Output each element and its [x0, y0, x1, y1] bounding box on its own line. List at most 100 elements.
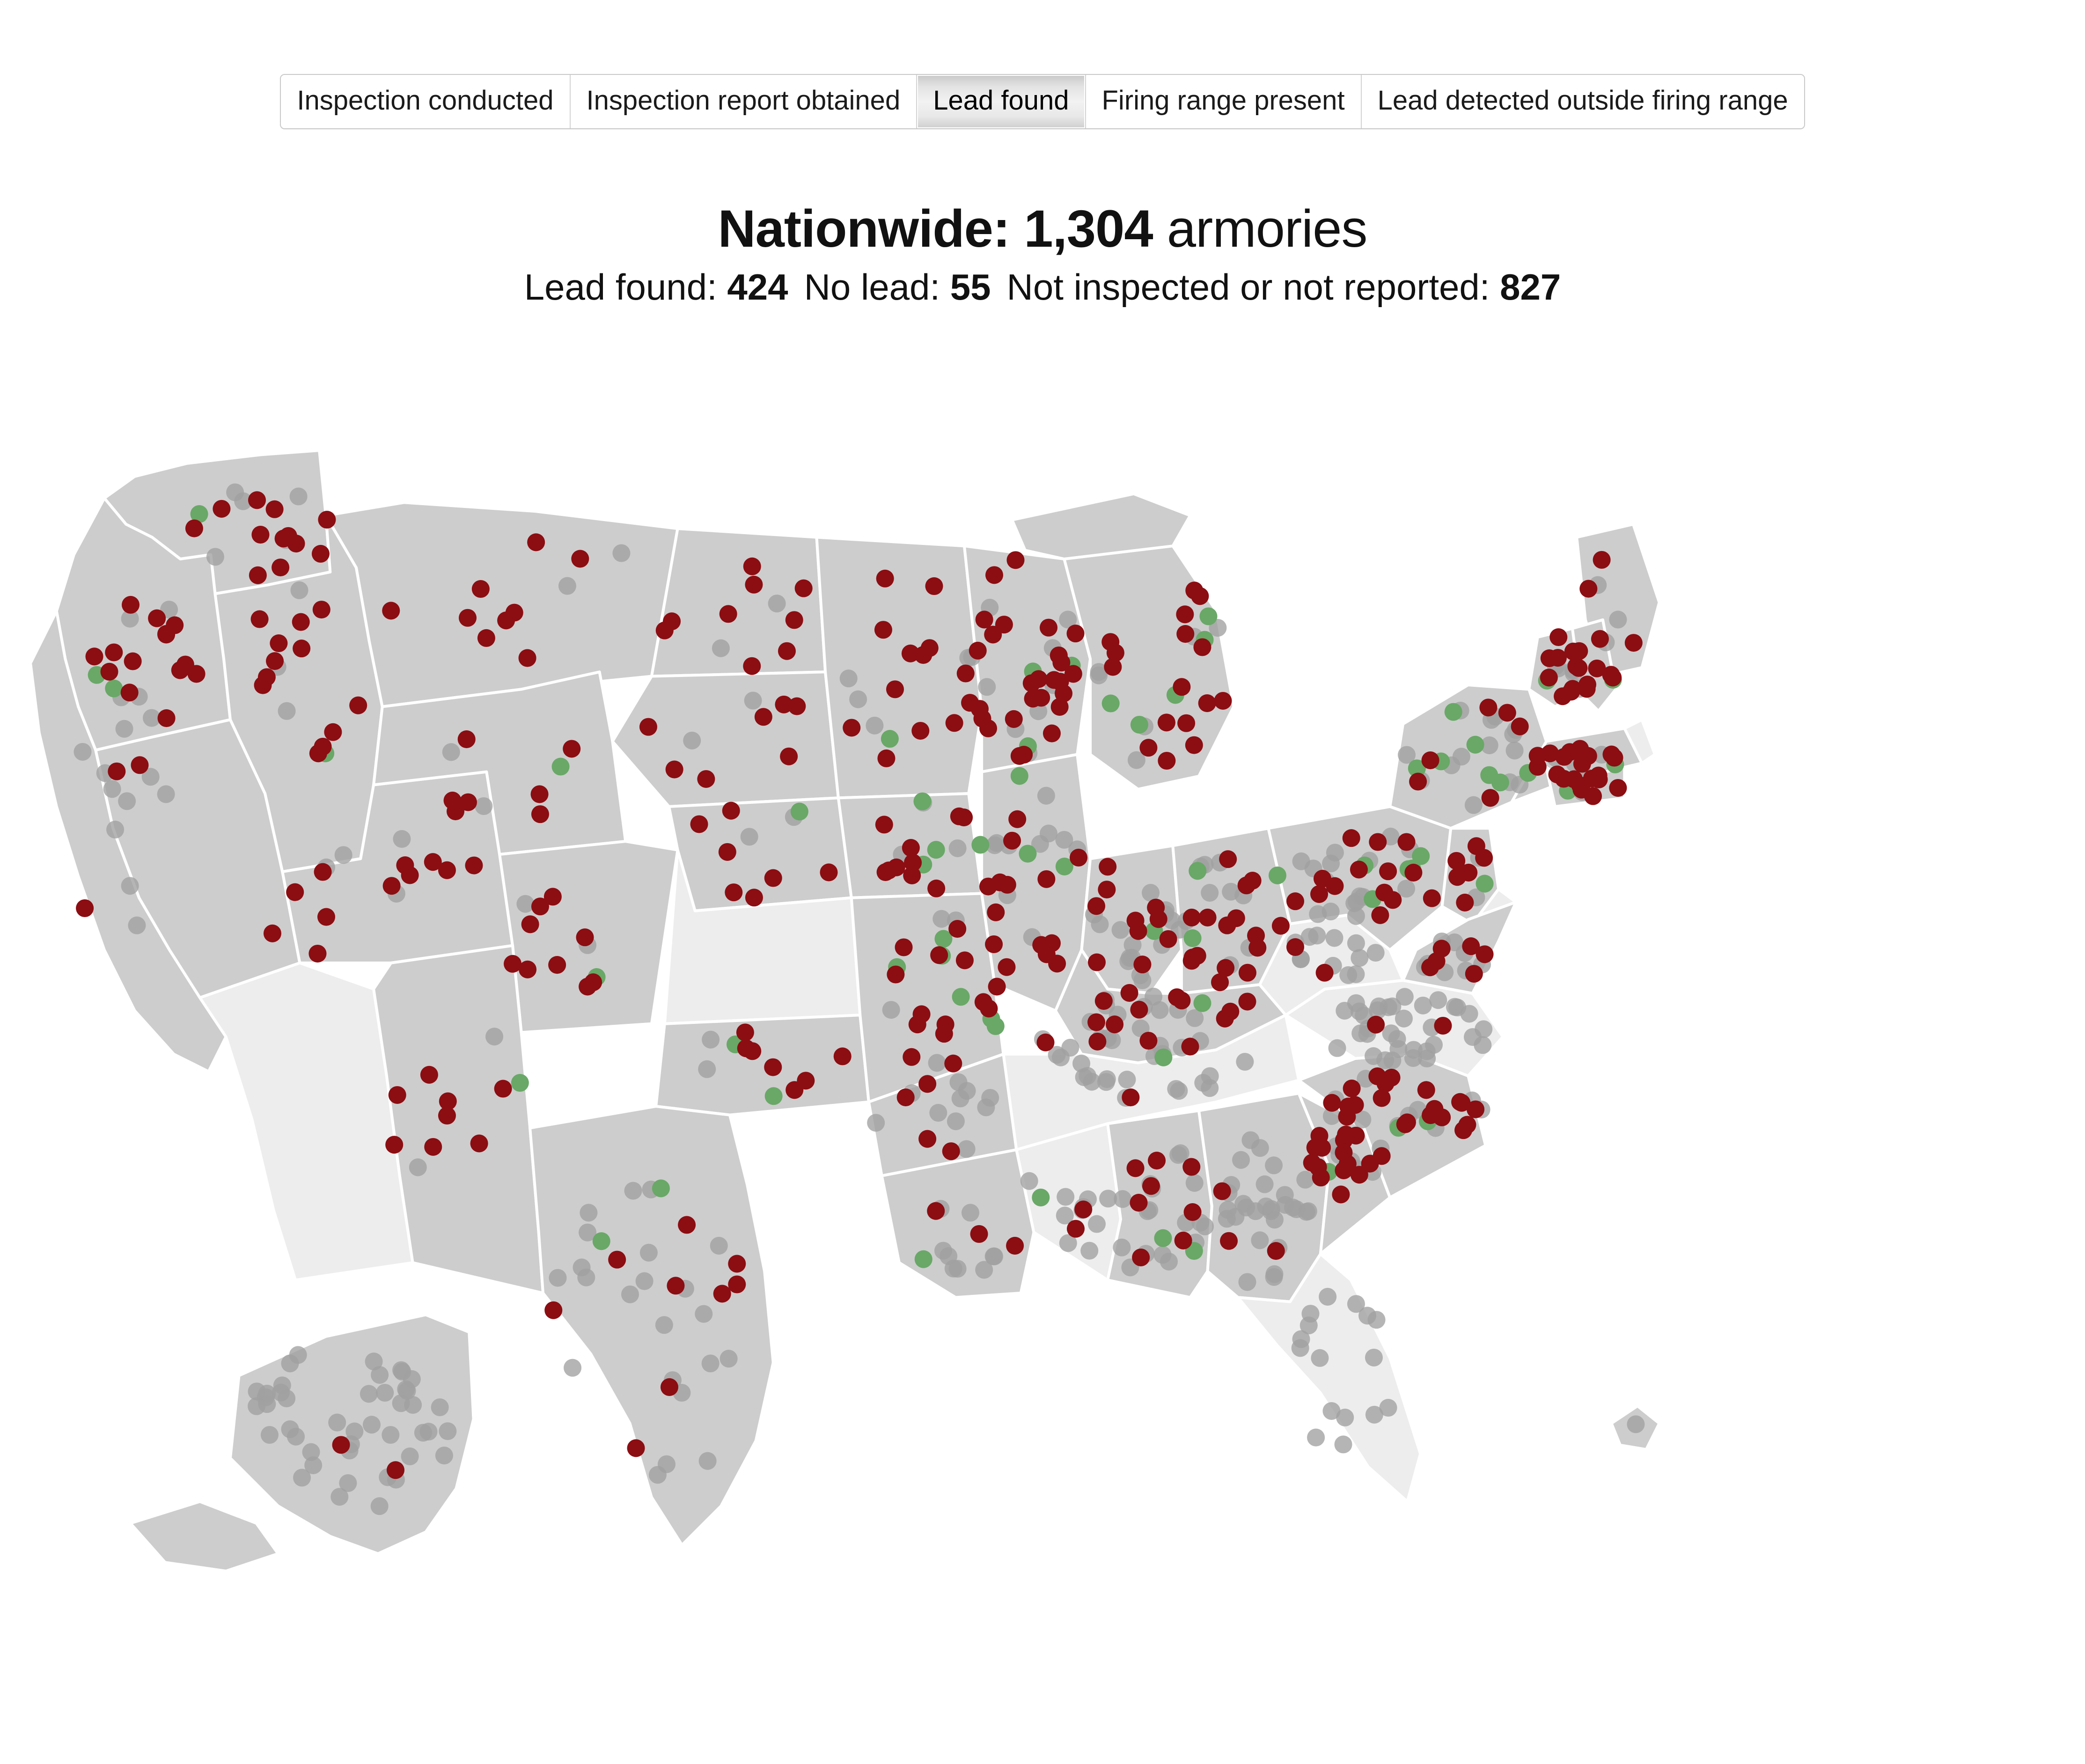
armory-dot-not-inspected[interactable] — [439, 1422, 457, 1441]
armory-dot-lead-found[interactable] — [166, 616, 184, 634]
armory-dot-not-inspected[interactable] — [1287, 1200, 1306, 1219]
armory-dot-no-lead[interactable] — [1032, 1188, 1050, 1206]
armory-dot-lead-found[interactable] — [920, 639, 939, 657]
armory-dot-lead-found[interactable] — [1350, 860, 1368, 879]
armory-dot-lead-found[interactable] — [544, 1301, 563, 1319]
armory-dot-not-inspected[interactable] — [1365, 1405, 1383, 1424]
armory-dot-not-inspected[interactable] — [1257, 1197, 1275, 1215]
armory-dot-lead-found[interactable] — [833, 1047, 852, 1066]
armory-dot-lead-found[interactable] — [530, 785, 549, 803]
armory-dot-lead-found[interactable] — [1087, 1013, 1106, 1031]
armory-dot-lead-found[interactable] — [1008, 810, 1027, 828]
armory-dot-lead-found[interactable] — [279, 527, 297, 545]
armory-dot-not-inspected[interactable] — [1057, 1188, 1075, 1206]
armory-dot-lead-found[interactable] — [988, 978, 1006, 996]
armory-dot-not-inspected[interactable] — [639, 1243, 658, 1262]
armory-dot-no-lead[interactable] — [1193, 994, 1211, 1012]
armory-dot-lead-found[interactable] — [266, 652, 284, 670]
armory-dot-lead-found[interactable] — [1447, 852, 1466, 870]
armory-dot-lead-found[interactable] — [1139, 1031, 1158, 1050]
armory-dot-lead-found[interactable] — [903, 1048, 921, 1066]
armory-dot-lead-found[interactable] — [875, 816, 893, 834]
tab-inspection-conducted[interactable]: Inspection conducted — [281, 75, 571, 128]
armory-dot-not-inspected[interactable] — [977, 1098, 995, 1117]
armory-dot-not-inspected[interactable] — [398, 1382, 416, 1400]
armory-dot-lead-found[interactable] — [124, 652, 142, 670]
armory-dot-not-inspected[interactable] — [975, 1261, 993, 1279]
armory-dot-lead-found[interactable] — [1003, 831, 1021, 850]
armory-dot-lead-found[interactable] — [1182, 1158, 1201, 1176]
armory-dot-not-inspected[interactable] — [409, 1158, 427, 1176]
armory-dot-not-inspected[interactable] — [103, 780, 121, 798]
armory-dot-lead-found[interactable] — [563, 740, 581, 758]
armory-dot-not-inspected[interactable] — [929, 1103, 947, 1122]
armory-dot-no-lead[interactable] — [986, 1017, 1005, 1035]
armory-dot-lead-found[interactable] — [1593, 551, 1611, 569]
armory-dot-not-inspected[interactable] — [281, 1354, 299, 1373]
armory-dot-not-inspected[interactable] — [106, 821, 125, 839]
armory-dot-lead-found[interactable] — [1591, 630, 1609, 648]
armory-dot-lead-found[interactable] — [1087, 953, 1106, 971]
armory-dot-lead-found[interactable] — [1421, 751, 1439, 770]
armory-dot-not-inspected[interactable] — [712, 639, 730, 657]
armory-dot-not-inspected[interactable] — [206, 548, 224, 566]
armory-dot-not-inspected[interactable] — [1367, 1311, 1386, 1329]
armory-dot-not-inspected[interactable] — [978, 678, 996, 696]
armory-dot-no-lead[interactable] — [1444, 703, 1462, 721]
armory-dot-not-inspected[interactable] — [1292, 852, 1310, 870]
armory-dot-lead-found[interactable] — [477, 629, 495, 647]
armory-dot-no-lead[interactable] — [1199, 607, 1218, 625]
armory-dot-lead-found[interactable] — [1029, 670, 1048, 688]
armory-dot-lead-found[interactable] — [987, 903, 1005, 921]
tab-lead-detected-outside-firing-range[interactable]: Lead detected outside firing range — [1361, 75, 1804, 128]
armory-dot-lead-found[interactable] — [1379, 862, 1397, 881]
armory-dot-lead-found[interactable] — [250, 610, 269, 628]
armory-dot-lead-found[interactable] — [1579, 580, 1598, 598]
armory-dot-lead-found[interactable] — [1286, 938, 1305, 956]
armory-dot-lead-found[interactable] — [470, 1134, 488, 1153]
armory-dot-lead-found[interactable] — [880, 861, 898, 880]
armory-dot-lead-found[interactable] — [1384, 891, 1402, 909]
armory-dot-lead-found[interactable] — [788, 697, 806, 715]
armory-dot-not-inspected[interactable] — [988, 834, 1006, 852]
armory-dot-not-inspected[interactable] — [1319, 1287, 1337, 1306]
armory-dot-not-inspected[interactable] — [485, 1028, 504, 1046]
armory-dot-not-inspected[interactable] — [392, 1361, 411, 1379]
armory-dot-lead-found[interactable] — [1434, 1016, 1452, 1035]
armory-dot-not-inspected[interactable] — [1113, 1238, 1131, 1257]
armory-dot-not-inspected[interactable] — [1347, 994, 1365, 1012]
armory-dot-lead-found[interactable] — [1238, 992, 1256, 1011]
armory-dot-not-inspected[interactable] — [393, 830, 411, 848]
armory-dot-lead-found[interactable] — [1369, 833, 1387, 851]
armory-dot-lead-found[interactable] — [1498, 704, 1516, 722]
armory-dot-lead-found[interactable] — [176, 655, 194, 674]
armory-dot-lead-found[interactable] — [292, 613, 310, 631]
state-sd[interactable] — [611, 670, 840, 808]
tab-firing-range-present[interactable]: Firing range present — [1086, 75, 1362, 128]
armory-dot-lead-found[interactable] — [121, 595, 140, 614]
armory-dot-lead-found[interactable] — [543, 888, 562, 906]
armory-dot-not-inspected[interactable] — [1347, 934, 1365, 952]
armory-dot-lead-found[interactable] — [1398, 1113, 1416, 1132]
armory-dot-not-inspected[interactable] — [698, 1060, 716, 1078]
armory-dot-not-inspected[interactable] — [157, 785, 175, 803]
armory-dot-no-lead[interactable] — [881, 730, 899, 748]
armory-dot-lead-found[interactable] — [908, 1015, 926, 1034]
armory-dot-lead-found[interactable] — [518, 649, 536, 667]
armory-dot-lead-found[interactable] — [1157, 713, 1175, 732]
armory-dot-lead-found[interactable] — [754, 708, 772, 726]
state-mn[interactable] — [815, 536, 984, 800]
armory-dot-not-inspected[interactable] — [1460, 1005, 1478, 1023]
armory-dot-lead-found[interactable] — [874, 621, 892, 639]
armory-dot-lead-found[interactable] — [945, 714, 963, 732]
armory-dot-lead-found[interactable] — [382, 877, 401, 895]
armory-dot-lead-found[interactable] — [504, 955, 522, 973]
armory-dot-lead-found[interactable] — [1130, 1194, 1148, 1212]
armory-dot-lead-found[interactable] — [531, 805, 549, 823]
armory-dot-lead-found[interactable] — [764, 869, 782, 887]
armory-dot-lead-found[interactable] — [942, 1142, 960, 1161]
armory-dot-lead-found[interactable] — [786, 1081, 804, 1099]
armory-dot-lead-found[interactable] — [148, 609, 166, 627]
armory-dot-lead-found[interactable] — [985, 935, 1003, 954]
armory-dot-lead-found[interactable] — [1467, 1100, 1485, 1118]
